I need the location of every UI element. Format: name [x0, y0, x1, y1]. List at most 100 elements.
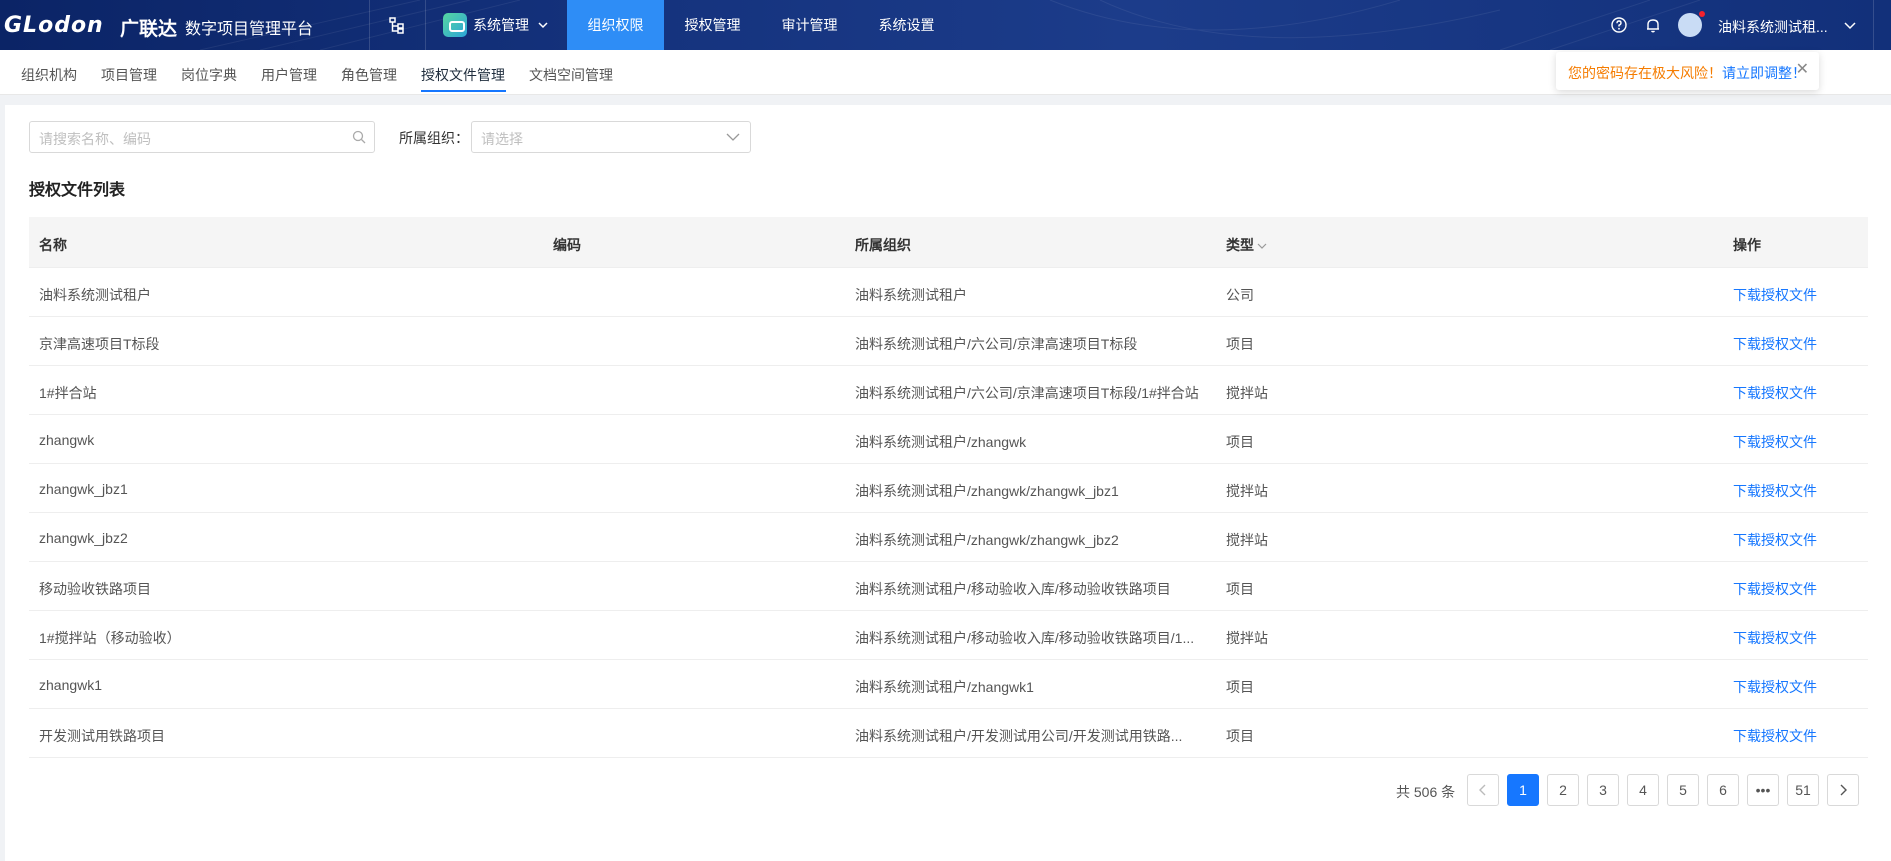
help-icon[interactable] [1610, 16, 1628, 34]
nav-tab-system-settings[interactable]: 系统设置 [858, 0, 955, 50]
column-header-org: 所属组织 [855, 237, 911, 253]
table-body: 油料系统测试租户 油料系统测试租户 公司 下载授权文件 京津高速项目T标段 油料系统测试租… [29, 268, 1868, 758]
cell-name: 1#搅拌站（移动验收） [39, 630, 181, 646]
cell-name: 油料系统测试租户 [39, 287, 151, 303]
download-auth-file-link[interactable]: 下载授权文件 [1733, 628, 1817, 648]
cell-type: 搅拌站 [1226, 532, 1268, 548]
pagination-page-button[interactable]: 6 [1707, 774, 1739, 806]
pagination-page-button[interactable]: 51 [1787, 774, 1819, 806]
cell-type: 搅拌站 [1226, 385, 1268, 401]
column-header-code: 编码 [553, 237, 581, 253]
chevron-down-icon [538, 22, 548, 29]
subnav-item-role[interactable]: 角色管理 [341, 65, 397, 85]
search-icon[interactable] [352, 130, 366, 144]
subnav-item-auth-file[interactable]: 授权文件管理 [421, 65, 505, 85]
pagination-next-button[interactable] [1827, 774, 1859, 806]
subnav-item-position[interactable]: 岗位字典 [181, 65, 237, 85]
pagination-page-button[interactable]: 4 [1627, 774, 1659, 806]
cell-type: 项目 [1226, 336, 1254, 352]
top-navbar: GLodon 广联达 数字项目管理平台 系统管理 组织权限 授权管理 审计管理 … [0, 0, 1891, 50]
table-row: 京津高速项目T标段 油料系统测试租户/六公司/京津高速项目T标段 项目 下载授权文件 [29, 317, 1868, 366]
chevron-down-icon[interactable] [1843, 20, 1857, 32]
nav-tab-org-permission[interactable]: 组织权限 [567, 0, 664, 50]
subnav-item-project[interactable]: 项目管理 [101, 65, 157, 85]
download-auth-file-link[interactable]: 下载授权文件 [1733, 285, 1817, 305]
nav-tab-authorization[interactable]: 授权管理 [664, 0, 761, 50]
pagination-page-button[interactable]: 2 [1547, 774, 1579, 806]
header-divider [425, 0, 426, 50]
download-auth-file-link[interactable]: 下载授权文件 [1733, 383, 1817, 403]
cell-org: 油料系统测试租户/zhangwk/zhangwk_jbz2 [855, 532, 1119, 548]
main-content: 请搜索名称、编码 所属组织： 请选择 授权文件列表 名称 编码 所属组织 类型 … [5, 105, 1891, 861]
download-auth-file-link[interactable]: 下载授权文件 [1733, 677, 1817, 697]
download-auth-file-link[interactable]: 下载授权文件 [1733, 334, 1817, 354]
cell-name: zhangwk_jbz1 [39, 481, 128, 497]
search-input[interactable]: 请搜索名称、编码 [29, 121, 375, 153]
platform-title: 数字项目管理平台 [185, 21, 314, 38]
column-header-type: 类型 [1226, 237, 1254, 253]
warning-text: 您的密码存在极大风险！ [1568, 65, 1722, 81]
table-row: zhangwk_jbz1 油料系统测试租户/zhangwk/zhangwk_jbz… [29, 464, 1868, 513]
user-name[interactable]: 油料系统测试租... [1718, 17, 1828, 37]
close-icon[interactable]: ✕ [1796, 62, 1809, 78]
table-header: 名称 编码 所属组织 类型 操作 [29, 217, 1868, 268]
pagination-page-button[interactable]: 5 [1667, 774, 1699, 806]
cell-org: 油料系统测试租户/移动验收入库/移动验收铁路项目 [855, 581, 1171, 597]
pagination-page-button[interactable]: 1 [1507, 774, 1539, 806]
warning-text-wrap: 您的密码存在极大风险！请立即调整！ [1568, 63, 1806, 83]
cell-type: 项目 [1226, 581, 1254, 597]
bell-icon[interactable] [1644, 16, 1662, 34]
glodon-logo: GLodon [4, 13, 104, 38]
download-auth-file-link[interactable]: 下载授权文件 [1733, 481, 1817, 501]
cell-type: 公司 [1226, 287, 1254, 303]
cell-name: 京津高速项目T标段 [39, 336, 160, 352]
cell-org: 油料系统测试租户/zhangwk [855, 434, 1027, 450]
warning-adjust-link[interactable]: 请立即调整！ [1722, 65, 1806, 81]
cell-name: 开发测试用铁路项目 [39, 728, 165, 744]
subnav-item-org[interactable]: 组织机构 [21, 65, 77, 85]
pagination-page-button[interactable]: 3 [1587, 774, 1619, 806]
cell-name: zhangwk_jbz2 [39, 530, 128, 546]
cell-type: 项目 [1226, 679, 1254, 695]
cell-type: 搅拌站 [1226, 483, 1268, 499]
pagination-total: 共 506 条 [1396, 784, 1456, 800]
chevron-down-icon [726, 133, 740, 141]
cell-org: 油料系统测试租户/开发测试用公司/开发测试用铁路... [855, 728, 1183, 744]
app-switcher[interactable]: 系统管理 [443, 12, 549, 38]
cell-name: 移动验收铁路项目 [39, 581, 151, 597]
org-select-placeholder: 请选择 [481, 131, 523, 147]
org-select[interactable]: 请选择 [471, 121, 751, 153]
chevron-right-icon [1840, 784, 1847, 796]
nav-tab-audit[interactable]: 审计管理 [761, 0, 858, 50]
download-auth-file-link[interactable]: 下载授权文件 [1733, 530, 1817, 550]
filter-chevron-icon[interactable] [1257, 242, 1267, 250]
auth-file-table: 名称 编码 所属组织 类型 操作 油料系统测试租户 油料系统测试租户 公司 下载授权文… [29, 217, 1868, 758]
cell-org: 油料系统测试租户/zhangwk1 [855, 679, 1034, 695]
password-warning-popup: 您的密码存在极大风险！请立即调整！ ✕ [1556, 52, 1819, 90]
chevron-left-icon [1479, 784, 1486, 796]
active-tab-indicator [421, 90, 506, 92]
table-row: zhangwk_jbz2 油料系统测试租户/zhangwk/zhangwk_jbz… [29, 513, 1868, 562]
org-tree-icon[interactable] [388, 16, 406, 34]
cell-org: 油料系统测试租户/移动验收入库/移动验收铁路项目/1... [855, 630, 1195, 646]
table-row: 开发测试用铁路项目 油料系统测试租户/开发测试用公司/开发测试用铁路... 项目 下载… [29, 709, 1868, 758]
pagination-more-button[interactable]: ••• [1747, 774, 1779, 806]
list-title: 授权文件列表 [29, 182, 126, 199]
header-divider [369, 0, 370, 50]
cell-name: zhangwk1 [39, 677, 103, 693]
download-auth-file-link[interactable]: 下载授权文件 [1733, 579, 1817, 599]
cell-type: 搅拌站 [1226, 630, 1268, 646]
download-auth-file-link[interactable]: 下载授权文件 [1733, 432, 1817, 452]
cell-type: 项目 [1226, 728, 1254, 744]
subnav-item-doc-space[interactable]: 文档空间管理 [529, 65, 613, 85]
cell-org: 油料系统测试租户 [855, 287, 967, 303]
subnav-item-user[interactable]: 用户管理 [261, 65, 317, 85]
user-avatar[interactable] [1678, 11, 1705, 37]
table-row: zhangwk1 油料系统测试租户/zhangwk1 项目 下载授权文件 [29, 660, 1868, 709]
download-auth-file-link[interactable]: 下载授权文件 [1733, 726, 1817, 746]
column-header-type-wrap[interactable]: 类型 [1226, 235, 1267, 255]
pagination-prev-button[interactable] [1467, 774, 1499, 806]
cell-name: 1#拌合站 [39, 385, 97, 401]
cell-type: 项目 [1226, 434, 1254, 450]
app-icon [443, 13, 467, 37]
